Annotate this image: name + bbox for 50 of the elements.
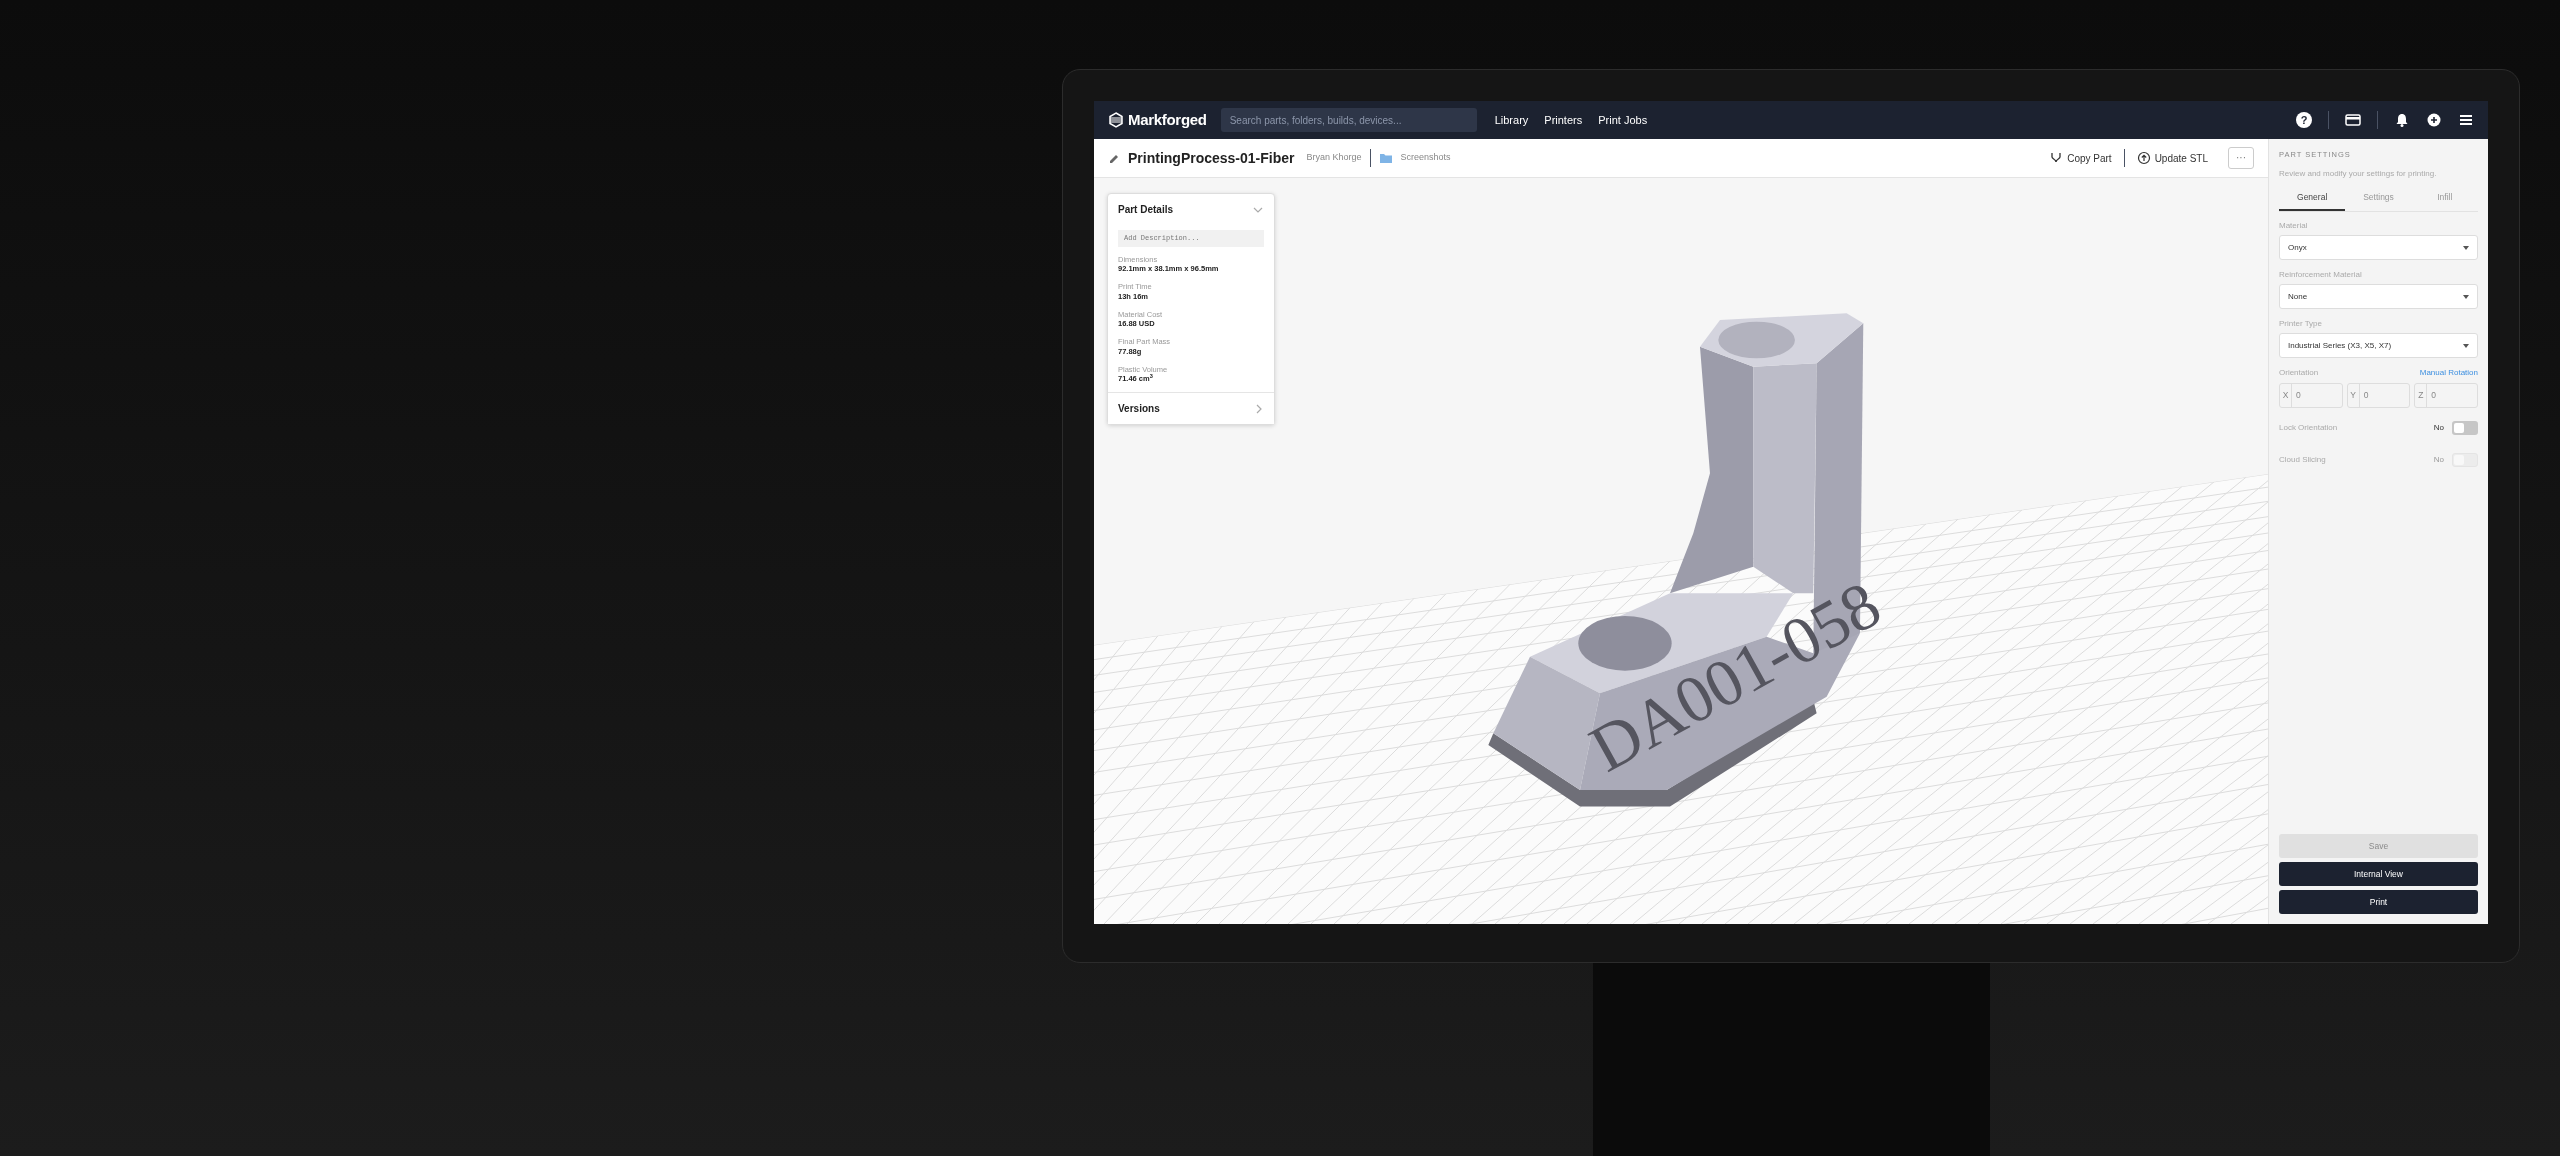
axis-value: 0 [2430, 389, 2437, 402]
select-field[interactable]: Industrial Series (X3, X5, X7) [2279, 333, 2478, 358]
menu-icon[interactable] [2458, 112, 2474, 128]
panel-button[interactable]: Internal View [2279, 862, 2478, 886]
toggle-label: Lock Orientation [2279, 422, 2338, 434]
axis-label: Z [2415, 384, 2428, 407]
toggle-label: Cloud Slicing [2279, 454, 2326, 466]
select-field[interactable]: Onyx [2279, 235, 2478, 260]
toggle-state: No [2433, 454, 2444, 466]
toggle-switch[interactable] [2452, 421, 2478, 435]
brand-name: Markforged [1128, 109, 1207, 130]
caret-icon [2463, 245, 2469, 250]
axis-input-field[interactable]: Z 0 [2414, 383, 2478, 408]
card-icon[interactable] [2345, 112, 2361, 128]
card-title: Part Details [1118, 203, 1174, 217]
upload-icon [2136, 151, 2151, 165]
caret-icon [2463, 343, 2469, 348]
fork-icon [2049, 151, 2064, 165]
help-button[interactable]: ? [2296, 112, 2312, 128]
search-field[interactable]: Search parts, folders, builds, devices... [1220, 108, 1477, 132]
axis-value: 0 [2362, 389, 2369, 402]
field-label: Printer Type [2279, 318, 2323, 330]
versions-row[interactable]: Versions [1108, 392, 1274, 424]
owner-name: Bryan Khorge [1306, 151, 1362, 165]
panel-button[interactable]: Print [2279, 890, 2478, 914]
axis-input-field[interactable]: Y 0 [2346, 383, 2411, 408]
nav-link[interactable]: Library [1494, 111, 1529, 129]
field-label: Material [2279, 220, 2309, 232]
axis-label: X [2280, 384, 2292, 407]
logo-icon[interactable] [1108, 112, 1124, 128]
panel-subtitle: Review and modify your settings for printing. [2279, 168, 2438, 181]
caret-icon [2463, 294, 2469, 299]
toggle-state: No [2433, 422, 2444, 434]
select-field[interactable]: None [2279, 284, 2478, 309]
action-button[interactable]: Update STL [2132, 150, 2212, 166]
chevron-right-icon [1254, 403, 1264, 414]
settings-tab[interactable]: General [2279, 186, 2346, 211]
part-title: PrintingProcess-01-Fiber [1128, 148, 1295, 168]
more-button[interactable]: ··· [2228, 147, 2254, 169]
bell-icon[interactable] [2394, 112, 2410, 128]
field-label: Orientation [2279, 367, 2319, 379]
nav-link[interactable]: Print Jobs [1598, 111, 1648, 129]
axis-value: 0 [2295, 389, 2301, 402]
action-button[interactable]: Copy Part [2045, 150, 2116, 166]
field-label: Reinforcement Material [2279, 269, 2363, 281]
axis-label: Y [2347, 384, 2360, 407]
folder-icon [1378, 151, 1393, 165]
plus-circle-icon[interactable] [2426, 112, 2442, 128]
nav-link[interactable]: Printers [1544, 111, 1583, 129]
folder-name: Screenshots [1400, 151, 1451, 165]
